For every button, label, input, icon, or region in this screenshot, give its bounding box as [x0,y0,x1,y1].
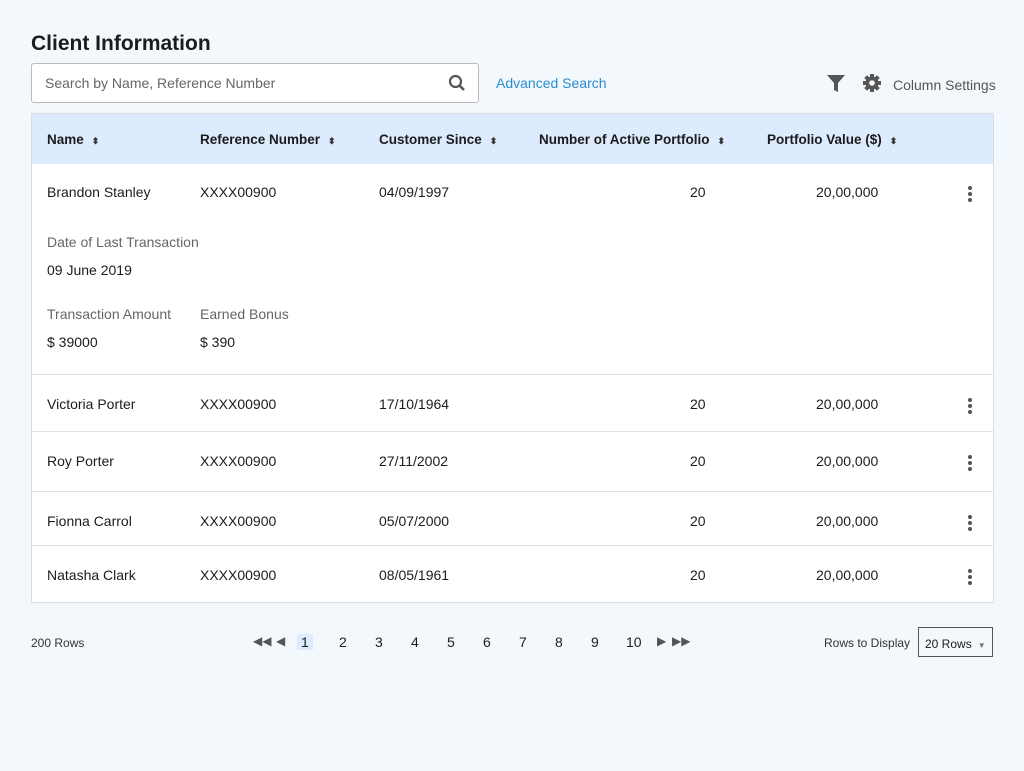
last-transaction-date: 09 June 2019 [47,262,132,278]
first-page-icon[interactable]: ◀◀ [253,634,271,648]
more-options-icon[interactable] [968,455,974,473]
portfolio-value: 20,00,000 [816,513,879,529]
portfolio-value: 20,00,000 [816,567,879,583]
reference-number: XXXX00900 [200,513,277,529]
prev-page-icon[interactable]: ◀ [276,634,285,648]
client-name: Fionna Carrol [47,513,132,529]
client-name: Roy Porter [47,453,114,469]
client-name: Natasha Clark [47,567,136,583]
column-label: Reference Number [200,132,321,147]
page-8[interactable]: 8 [555,634,563,650]
column-label: Portfolio Value ($) [767,132,882,147]
sort-icon[interactable]: ⬍ [890,136,898,146]
last-transaction-label: Date of Last Transaction [47,234,199,250]
transaction-amount: $ 39000 [47,334,98,350]
sort-icon[interactable]: ⬍ [490,136,498,146]
earned-bonus: $ 390 [200,334,236,350]
search-icon[interactable] [448,74,466,92]
rows-per-page-value: 20 Rows [925,637,972,651]
page-1[interactable]: 1 [297,634,313,650]
portfolio-value: 20,00,000 [816,453,879,469]
reference-number: XXXX00900 [200,184,277,200]
next-page-icon[interactable]: ▶ [657,634,666,648]
sort-icon[interactable]: ⬍ [328,136,336,146]
page-3[interactable]: 3 [375,634,383,650]
active-portfolios: 20 [690,513,706,529]
rows-per-page-select[interactable]: 20 Rows ▼ [918,627,993,657]
page-9[interactable]: 9 [591,634,599,650]
reference-number: XXXX00900 [200,567,277,583]
column-header-customer-since[interactable]: Customer Since ⬍ [379,132,497,147]
search-input[interactable] [45,75,435,91]
more-options-icon[interactable] [968,186,974,204]
more-options-icon[interactable] [968,569,974,587]
column-label: Customer Since [379,132,482,147]
page-4[interactable]: 4 [411,634,419,650]
total-rows: 200 Rows [31,636,85,650]
filter-icon[interactable] [826,74,846,94]
page-7[interactable]: 7 [519,634,527,650]
customer-since: 27/11/2002 [379,453,449,469]
earned-bonus-label: Earned Bonus [200,306,289,322]
more-options-icon[interactable] [968,515,974,533]
search-box[interactable] [31,63,479,103]
chevron-down-icon: ▼ [977,641,986,650]
column-header-name[interactable]: Name ⬍ [47,132,99,147]
last-page-icon[interactable]: ▶▶ [672,634,690,648]
gear-icon[interactable] [862,73,882,93]
reference-number: XXXX00900 [200,396,277,412]
page-2[interactable]: 2 [339,634,347,650]
customer-since: 08/05/1961 [379,567,450,583]
sort-icon[interactable]: ⬍ [718,136,726,146]
column-label: Number of Active Portfolio [539,132,710,147]
table-row[interactable]: Roy Porter XXXX00900 27/11/2002 20 20,00… [32,431,993,491]
table-row[interactable]: Fionna Carrol XXXX00900 05/07/2000 20 20… [32,491,993,545]
client-name: Brandon Stanley [47,184,151,200]
active-portfolios: 20 [690,453,706,469]
customer-since: 05/07/2000 [379,513,450,529]
portfolio-value: 20,00,000 [816,184,879,200]
more-options-icon[interactable] [968,398,974,416]
client-table: Name ⬍ Reference Number ⬍ Customer Since ⬍ … [31,113,994,603]
column-header-portfolio-value[interactable]: Portfolio Value ($) ⬍ [767,132,897,147]
advanced-search-link[interactable]: Advanced Search [496,75,607,91]
transaction-amount-label: Transaction Amount [47,306,171,322]
customer-since: 04/09/1997 [379,184,450,200]
portfolio-value: 20,00,000 [816,396,879,412]
column-settings-button[interactable]: Column Settings [893,77,996,93]
column-header-active-portfolio[interactable]: Number of Active Portfolio ⬍ [539,132,725,147]
column-header-reference[interactable]: Reference Number ⬍ [200,132,336,147]
table-row[interactable]: Brandon Stanley XXXX00900 04/09/1997 20 … [32,164,993,374]
page-10[interactable]: 10 [626,634,642,650]
page-5[interactable]: 5 [447,634,455,650]
active-portfolios: 20 [690,396,706,412]
column-label: Name [47,132,84,147]
active-portfolios: 20 [690,184,706,200]
reference-number: XXXX00900 [200,453,277,469]
page-6[interactable]: 6 [483,634,491,650]
rows-to-display-label: Rows to Display [824,636,911,650]
table-header: Name ⬍ Reference Number ⬍ Customer Since ⬍ … [32,114,993,164]
customer-since: 17/10/1964 [379,396,450,412]
table-row[interactable]: Natasha Clark XXXX00900 08/05/1961 20 20… [32,545,993,602]
client-name: Victoria Porter [47,396,136,412]
page-title: Client Information [31,32,211,55]
active-portfolios: 20 [690,567,706,583]
sort-icon[interactable]: ⬍ [92,136,100,146]
table-row[interactable]: Victoria Porter XXXX00900 17/10/1964 20 … [32,374,993,431]
